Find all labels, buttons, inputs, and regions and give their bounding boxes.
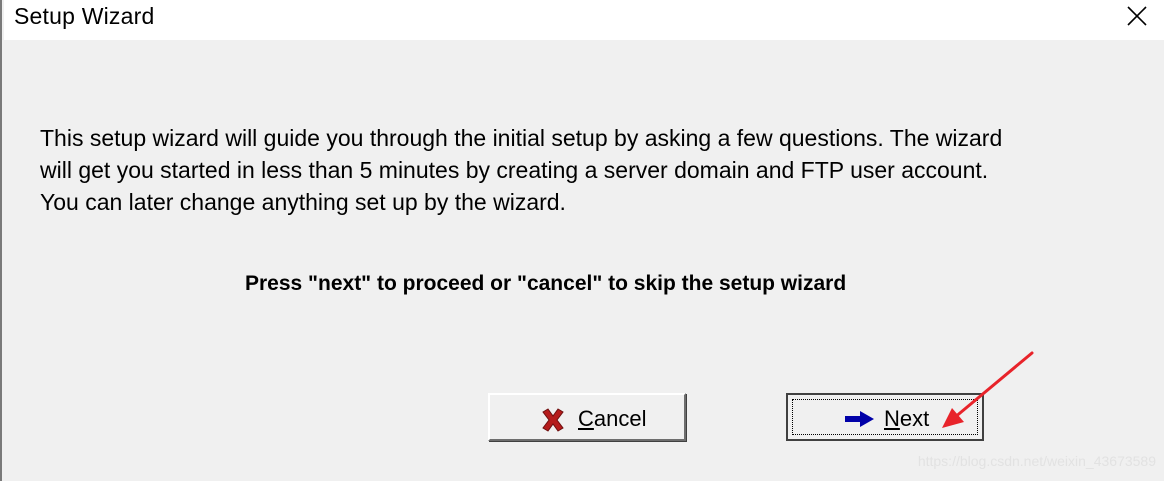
watermark: https://blog.csdn.net/weixin_43673589 [917,453,1156,469]
setup-wizard-window: Setup Wizard This setup wizard will guid… [0,0,1164,481]
cancel-button[interactable]: Cancel [488,393,686,441]
description-line: will get you started in less than 5 minu… [40,157,989,183]
red-x-icon [542,408,564,432]
wizard-description: This setup wizard will guide you through… [40,122,1140,218]
next-button[interactable]: Next [786,393,984,441]
close-icon [1127,6,1147,26]
wizard-instruction: Press "next" to proceed or "cancel" to s… [245,272,847,295]
cancel-label-rest: ancel [593,406,647,431]
next-mnemonic: N [884,406,900,431]
close-button[interactable] [1114,0,1160,34]
title-bar[interactable]: Setup Wizard [4,0,1164,40]
cancel-button-label: Cancel [578,406,646,432]
window-title: Setup Wizard [14,3,155,29]
next-button-label: Next [884,406,929,432]
description-line: You can later change anything set up by … [40,189,566,215]
cancel-mnemonic: C [578,406,594,431]
description-line: This setup wizard will guide you through… [40,125,1003,151]
next-label-rest: ext [899,406,930,431]
blue-right-arrow-icon [845,411,874,427]
